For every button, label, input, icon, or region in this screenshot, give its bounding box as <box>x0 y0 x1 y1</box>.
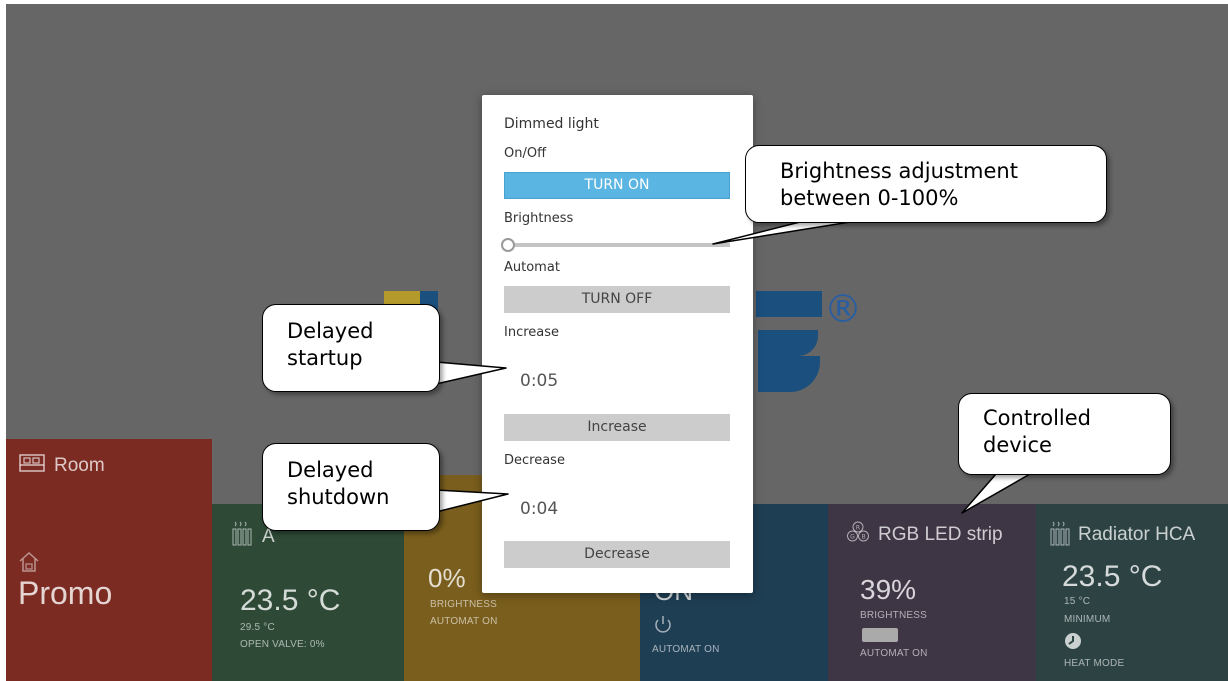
tile-rgb-value: 39% <box>860 574 917 605</box>
svg-text:R: R <box>856 525 860 532</box>
callout-startup-line2: startup <box>287 346 363 370</box>
tile-radiator-mode2: HEAT MODE <box>1064 658 1125 669</box>
tile-heating-temp: 23.5 °C <box>240 584 341 617</box>
brightness-slider-track[interactable] <box>508 243 730 247</box>
callout-brightness: Brightness adjustment between 0-100% <box>745 145 1107 223</box>
increase-label: Increase <box>504 325 560 340</box>
rgb-icon: R G B <box>847 521 869 542</box>
tile-room[interactable]: Room Promo <box>6 439 212 681</box>
tile-room-title: Room <box>54 455 105 476</box>
tile-radiator-setpoint: 15 °C <box>1064 596 1091 607</box>
callout-delayed-startup: Delayed startup <box>262 304 440 392</box>
tile-heating-status: OPEN VALVE: 0% <box>240 639 325 650</box>
radiator-icon <box>232 521 252 546</box>
bed-icon <box>19 454 45 472</box>
brightness-slider-thumb[interactable] <box>501 238 515 252</box>
tile-radiator-temp: 23.5 °C <box>1062 560 1163 593</box>
dialog-title: Dimmed light <box>504 116 599 132</box>
clock-icon <box>1065 633 1081 649</box>
tile-rgb-line2: AUTOMAT ON <box>860 648 928 659</box>
power-icon <box>655 616 671 633</box>
callout-delayed-shutdown: Delayed shutdown <box>262 443 440 531</box>
callout-brightness-line2: between 0-100% <box>780 186 959 210</box>
decrease-label: Decrease <box>504 453 565 468</box>
increase-time[interactable]: 0:05 <box>520 371 558 391</box>
callout-device-line2: device <box>983 433 1052 457</box>
tile-rgb-led-strip[interactable]: R G B RGB LED strip 39% BRIGHTNESS AUTOM… <box>828 504 1036 681</box>
radiator-icon <box>1050 521 1070 546</box>
tile-heating-setpoint: 29.5 °C <box>240 622 275 633</box>
registered-mark: ® <box>824 287 862 331</box>
turn-off-button[interactable]: TURN OFF <box>504 286 730 313</box>
onoff-label: On/Off <box>504 146 547 161</box>
home-icon <box>19 551 39 572</box>
tile-switch-status: AUTOMAT ON <box>652 644 720 655</box>
tile-room-value: Promo <box>18 575 113 611</box>
color-swatch <box>862 628 898 642</box>
turn-on-button[interactable]: TURN ON <box>504 172 730 199</box>
tile-rgb-title: RGB LED strip <box>878 524 1003 545</box>
tile-dimmer-line2: AUTOMAT ON <box>430 616 498 627</box>
tile-rgb-line1: BRIGHTNESS <box>860 610 928 621</box>
callout-device-line1: Controlled <box>983 406 1091 430</box>
tile-dimmer-line1: BRIGHTNESS <box>430 599 498 610</box>
callout-shutdown-line1: Delayed <box>287 458 374 482</box>
decrease-button[interactable]: Decrease <box>504 541 730 568</box>
increase-button[interactable]: Increase <box>504 414 730 441</box>
callout-brightness-line1: Brightness adjustment <box>780 159 1018 183</box>
decrease-time[interactable]: 0:04 <box>520 499 558 519</box>
dimmed-light-dialog: Dimmed light On/Off TURN ON Brightness A… <box>482 95 753 593</box>
tile-radiator-hca[interactable]: Radiator HCA 23.5 °C 15 °C MINIMUM HEAT … <box>1036 504 1228 681</box>
tile-dimmer-value: 0% <box>428 563 466 593</box>
brightness-label: Brightness <box>504 211 574 226</box>
callout-shutdown-line2: shutdown <box>287 485 390 509</box>
callout-controlled-device: Controlled device <box>958 393 1171 475</box>
tile-radiator-mode1: MINIMUM <box>1064 614 1111 625</box>
automat-label: Automat <box>504 260 560 275</box>
svg-text:G: G <box>850 534 855 541</box>
tile-radiator-title: Radiator HCA <box>1078 524 1196 545</box>
callout-startup-line1: Delayed <box>287 319 374 343</box>
svg-text:B: B <box>861 534 865 541</box>
